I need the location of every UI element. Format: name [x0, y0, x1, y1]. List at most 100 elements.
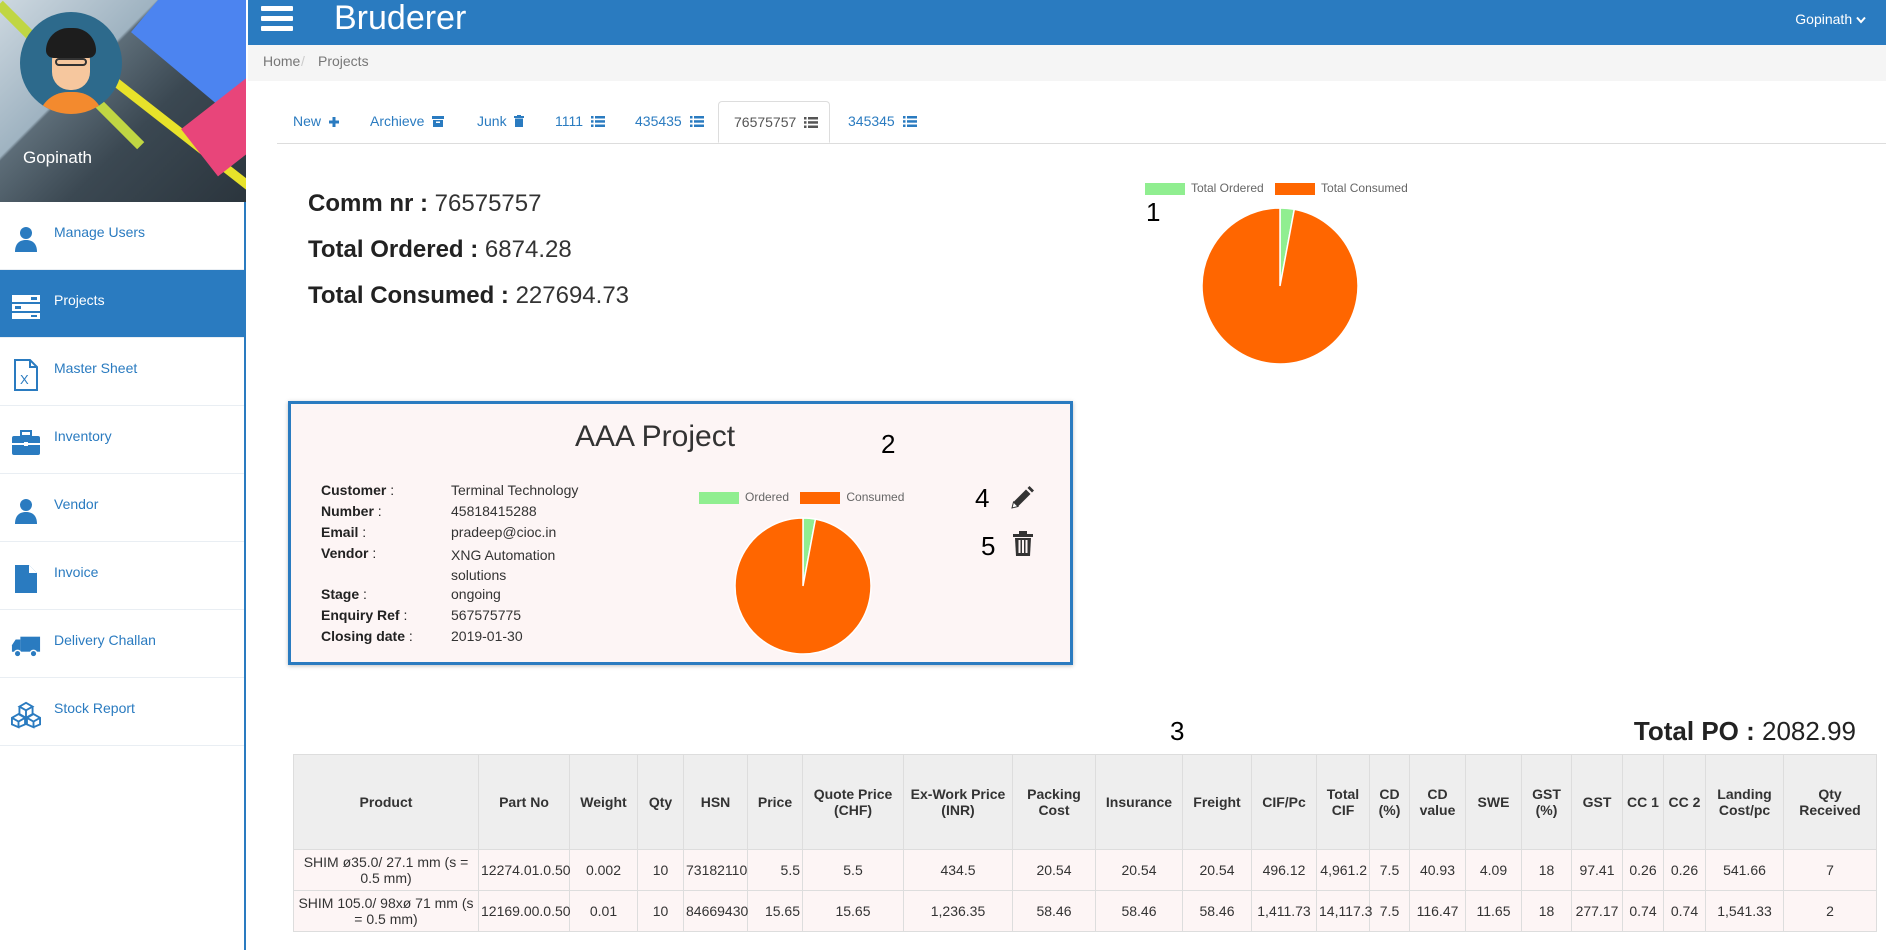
- legend-label-consumed: Consumed: [846, 490, 905, 504]
- total-po: Total PO : 2082.99: [1634, 716, 1856, 747]
- table-row[interactable]: SHIM 105.0/ 98xø 71 mm (s = 0.5 mm) 12169…: [293, 890, 1877, 932]
- chevron-down-icon: [1856, 11, 1866, 27]
- tab-76575757[interactable]: 76575757: [718, 101, 830, 143]
- sidebar-nav: Manage Users Projects X Master Sheet Inv…: [0, 202, 244, 746]
- tab-label: 1111: [555, 113, 584, 129]
- detail-value-closing-date: 2019-01-30: [451, 628, 523, 644]
- list-icon: [689, 114, 704, 130]
- list-icon: [902, 114, 917, 130]
- plus-icon: [328, 114, 339, 130]
- table-cell: SHIM ø35.0/ 27.1 mm (s = 0.5 mm): [293, 849, 479, 891]
- detail-key-vendor: Vendor :: [321, 545, 377, 561]
- user-icon: [11, 224, 41, 254]
- tab-archieve[interactable]: Archieve: [370, 101, 445, 143]
- sidebar-item-label: Inventory: [54, 428, 112, 444]
- edit-pencil-icon[interactable]: [1009, 485, 1035, 516]
- sidebar-item-master-sheet[interactable]: X Master Sheet: [0, 338, 244, 406]
- user-menu-dropdown[interactable]: Gopinath: [1795, 11, 1866, 27]
- list-icon: [804, 115, 819, 131]
- table-cell: 58.46: [1182, 890, 1252, 932]
- delete-trash-icon[interactable]: [1013, 531, 1033, 562]
- table-cell: 7.5: [1369, 849, 1410, 891]
- project-tabs: New Archieve Junk 1111 435435 76575757 3…: [277, 101, 1886, 144]
- po-table-container: Product Part No Weight Qty HSN Price Quote Pri…: [293, 754, 1877, 932]
- list-icon: [590, 114, 605, 130]
- briefcase-icon: [11, 428, 41, 458]
- table-cell: 20.54: [1012, 849, 1096, 891]
- table-cell: 4,961.2: [1316, 849, 1370, 891]
- top-navbar: Bruderer Gopinath: [248, 0, 1886, 45]
- total-consumed-value: 227694.73: [515, 282, 630, 309]
- legend-swatch-ordered: [1145, 182, 1185, 195]
- pie-slice-total-consumed[interactable]: [1201, 207, 1359, 365]
- detail-value-vendor: XNG Automation solutions: [451, 547, 556, 583]
- legend-swatch-ordered: [699, 491, 739, 504]
- project-title: AAA Project: [574, 420, 736, 453]
- detail-key-closing-date: Closing date :: [321, 628, 413, 644]
- sidebar-item-delivery-challan[interactable]: Delivery Challan: [0, 610, 244, 678]
- pie-slice-consumed[interactable]: [734, 517, 872, 655]
- sidebar-item-label: Stock Report: [54, 700, 135, 716]
- tab-345345[interactable]: 345345: [848, 101, 917, 143]
- app-title: Bruderer: [334, 0, 467, 37]
- total-consumed: Total Consumed : 227694.73: [308, 282, 629, 310]
- trash-icon: [514, 114, 525, 130]
- sidebar-item-inventory[interactable]: Inventory: [0, 406, 244, 474]
- table-cell: 1,236.35: [903, 890, 1013, 932]
- legend-label-ordered: Ordered: [745, 490, 790, 504]
- breadcrumb: Home / Projects: [248, 45, 1886, 81]
- project-card: AAA Project 2 Customer : Terminal Techno…: [288, 401, 1073, 665]
- table-header-cell: CC 1: [1622, 754, 1664, 850]
- sidebar-item-label: Projects: [54, 292, 105, 308]
- table-cell: 84669430: [683, 890, 748, 932]
- detail-value-email: pradeep@cioc.in: [451, 524, 557, 540]
- tab-label: Archieve: [370, 113, 425, 129]
- file-icon: [11, 564, 41, 594]
- sidebar-item-projects[interactable]: Projects: [0, 270, 244, 338]
- total-ordered-label: Total Ordered :: [308, 236, 479, 263]
- menu-toggle-icon[interactable]: [261, 6, 293, 34]
- tab-label: 76575757: [734, 114, 797, 130]
- table-cell: 7.5: [1369, 890, 1410, 932]
- table-cell: 97.41: [1571, 849, 1623, 891]
- detail-key-customer: Customer :: [321, 482, 395, 498]
- table-cell: 0.74: [1622, 890, 1664, 932]
- legend-swatch-consumed: [1275, 182, 1316, 195]
- table-body: SHIM ø35.0/ 27.1 mm (s = 0.5 mm) 12274.01…: [293, 849, 1877, 932]
- breadcrumb-current: Projects: [318, 53, 369, 69]
- tab-new[interactable]: New: [293, 101, 339, 143]
- table-header-cell: Price: [747, 754, 803, 850]
- server-icon: [11, 292, 41, 322]
- table-cell: 20.54: [1182, 849, 1252, 891]
- sidebar-item-stock-report[interactable]: Stock Report: [0, 678, 244, 746]
- tab-junk[interactable]: Junk: [477, 101, 525, 143]
- avatar[interactable]: [20, 12, 122, 114]
- table-cell: 12274.01.0.50: [478, 849, 571, 891]
- table-cell: 7: [1783, 849, 1877, 891]
- breadcrumb-home[interactable]: Home: [263, 53, 300, 69]
- table-cell: 2: [1783, 890, 1877, 932]
- sidebar-item-invoice[interactable]: Invoice: [0, 542, 244, 610]
- sidebar-item-label: Master Sheet: [54, 360, 138, 376]
- sidebar-item-label: Vendor: [54, 496, 99, 512]
- detail-value-enquiry-ref: 567575775: [451, 607, 522, 623]
- table-cell: 11.65: [1465, 890, 1522, 932]
- table-cell: 277.17: [1571, 890, 1623, 932]
- tab-1111[interactable]: 1111: [555, 101, 605, 143]
- tab-435435[interactable]: 435435: [635, 101, 704, 143]
- table-header-cell: Ex-Work Price (INR): [903, 754, 1013, 850]
- table-header-cell: Qty Received: [1783, 754, 1877, 850]
- detail-value-customer: Terminal Technology: [451, 482, 579, 498]
- sidebar-item-vendor[interactable]: Vendor: [0, 474, 244, 542]
- truck-icon: [11, 632, 41, 662]
- annotation-1: 1: [1146, 197, 1161, 227]
- sidebar-item-manage-users[interactable]: Manage Users: [0, 202, 244, 270]
- table-cell: 0.26: [1622, 849, 1664, 891]
- detail-value-number: 45818415288: [451, 503, 537, 519]
- profile-name: Gopinath: [23, 148, 92, 167]
- table-cell: 116.47: [1409, 890, 1466, 932]
- sidebar-item-label: Delivery Challan: [54, 632, 156, 648]
- legend-label-consumed: Total Consumed: [1321, 181, 1408, 195]
- user-menu-label: Gopinath: [1795, 11, 1853, 27]
- table-row[interactable]: SHIM ø35.0/ 27.1 mm (s = 0.5 mm) 12274.01…: [293, 849, 1877, 891]
